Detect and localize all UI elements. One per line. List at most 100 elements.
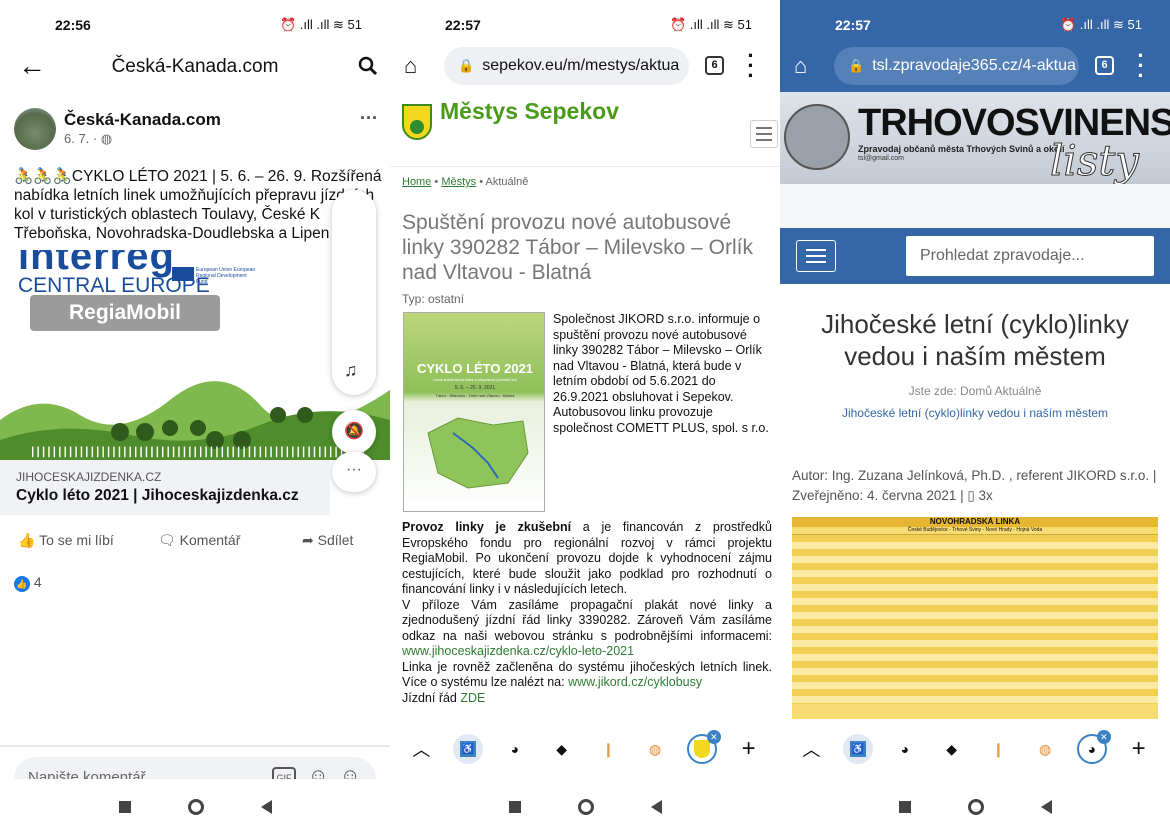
current-tab-icon[interactable]: ◕ ✕ — [1076, 730, 1111, 764]
link-title: Cyklo léto 2021 | Jihoceskajizdenka.cz — [16, 487, 299, 504]
new-tab-icon[interactable]: + — [734, 734, 764, 764]
search-input[interactable]: Prohledat zpravodaje... — [906, 236, 1154, 276]
post-date: 6. 7. · ◍ — [64, 131, 113, 146]
candle-tab-icon[interactable]: ❙ — [983, 734, 1013, 764]
hamburger-menu-icon[interactable] — [750, 120, 778, 148]
masthead-email: tsl@gmail.com — [858, 155, 905, 162]
hamburger-menu-icon[interactable] — [796, 240, 836, 272]
article-intro: Společnost JIKORD s.r.o. informuje o spu… — [553, 312, 769, 435]
breadcrumb-current-link[interactable]: Jihočeské letní (cyklo)linky vedou i naš… — [780, 406, 1170, 420]
crumb-mestys[interactable]: Městys — [441, 176, 476, 188]
home-icon[interactable] — [577, 798, 594, 815]
back-icon[interactable] — [1040, 799, 1052, 814]
home-icon[interactable] — [967, 798, 984, 815]
poster-subtitle: nová autobusová linka s přepravou jízdní… — [433, 377, 517, 382]
home-icon[interactable]: ⌂ — [404, 53, 417, 79]
tab-count-button[interactable]: 6 — [705, 56, 724, 75]
home-icon[interactable]: ⌂ — [794, 53, 807, 79]
site-header: Městys Sepekov — [390, 92, 780, 167]
status-icons: ⏰ .ıll .ıll ≋ 51 — [1060, 17, 1142, 32]
candle-tab-icon[interactable]: ❙ — [593, 734, 623, 764]
globe-tab-icon[interactable]: ◕ — [890, 734, 920, 764]
android-nav-bar — [0, 779, 390, 834]
pin-tab-icon[interactable]: ◆ — [937, 734, 967, 764]
recent-apps-icon[interactable] — [118, 800, 131, 813]
jihoceskajizdenka-link[interactable]: www.jihoceskajizdenka.cz/cyklo-leto-2021 — [402, 644, 634, 658]
body-bold: Provoz linky je zkušební — [402, 520, 572, 534]
post-more-icon[interactable]: ··· — [360, 108, 378, 129]
globe-icon: ◍ — [100, 131, 113, 146]
close-tab-icon[interactable]: ✕ — [1096, 730, 1111, 744]
action-bar: 👍 To se mi líbí 🗨 Komentář ➦ Sdílet — [18, 532, 378, 558]
search-icon[interactable] — [358, 56, 378, 76]
browser-menu-icon[interactable]: · · · — [1136, 45, 1146, 87]
coat-of-arms-icon — [402, 104, 432, 140]
url-bar[interactable]: 🔒 sepekov.eu/m/mestys/aktua — [444, 47, 689, 85]
poster-logos — [408, 499, 542, 509]
share-button[interactable]: ➦ Sdílet — [302, 532, 353, 549]
timetable-link[interactable]: ZDE — [460, 691, 485, 705]
reactions-count[interactable]: 👍 4 — [14, 574, 42, 592]
url-bar[interactable]: 🔒 tsl.zpravodaje365.cz/4-aktua — [834, 47, 1079, 85]
poster-image[interactable]: CYKLO LÉTO 2021 nová autobusová linka s … — [403, 312, 545, 512]
site-nav: Prohledat zpravodaje... — [780, 228, 1170, 284]
music-note-icon[interactable]: ♫ — [344, 360, 358, 381]
chevron-up-icon[interactable]: ︿ — [406, 734, 436, 764]
eu-fund-text: European Union European Regional Develop… — [196, 267, 256, 285]
facebook-screen: 22:56 ⏰ .ıll .ıll ≋ 51 ← Česká-Kanada.co… — [0, 0, 390, 834]
poster-map — [427, 417, 529, 489]
crumb-home[interactable]: Home — [402, 176, 431, 188]
divider — [0, 745, 390, 747]
sepekov-tab-icon[interactable]: ✕ — [686, 730, 721, 764]
back-icon[interactable] — [650, 799, 662, 814]
header-title: Česká-Kanada.com — [111, 56, 279, 77]
pin-tab-icon[interactable]: ◆ — [547, 734, 577, 764]
home-icon[interactable] — [187, 798, 204, 815]
search-tab-icon[interactable]: ◍ — [640, 734, 670, 764]
masthead: TRHOVOSVINENSKÉ Zpravodaj občanů města T… — [780, 92, 1170, 184]
browser-toolbar: ⌂ 🔒 tsl.zpravodaje365.cz/4-aktua 6 · · · — [780, 43, 1170, 89]
close-tab-icon[interactable]: ✕ — [706, 730, 721, 744]
share-arrow-icon: ➦ — [302, 532, 314, 548]
avatar[interactable] — [14, 108, 56, 150]
post-text: 🚴🚴🚴CYKLO LÉTO 2021 | 5. 6. – 26. 9. Rozš… — [14, 168, 382, 242]
accessibility-tab-icon[interactable]: ♿ — [843, 734, 874, 764]
article-title: Jihočeské letní (cyklo)linky vedou i naš… — [821, 309, 1129, 371]
poster-dates: 5. 6. – 26. 9. 2021 — [454, 385, 496, 391]
browser-bottom-bar: ︿ ♿ ◕ ◆ ❙ ◍ ◕ ✕ + — [780, 719, 1170, 779]
tab-count-button[interactable]: 6 — [1095, 56, 1114, 75]
browser-menu-icon[interactable]: · · · — [746, 45, 756, 87]
article-title: Spuštění provozu nové autobusové linky 3… — [402, 211, 753, 284]
timetable-image[interactable]: NOVOHRADSKÁ LINKA České Budějovice - Trh… — [792, 517, 1158, 727]
panel-more-icon[interactable]: ··· — [332, 452, 376, 492]
poster-route: Tábor - Milevsko - Orlík nad Vltavou - B… — [435, 393, 515, 398]
like-button[interactable]: 👍 To se mi líbí — [18, 532, 114, 549]
recent-apps-icon[interactable] — [898, 800, 911, 813]
lock-icon: 🔒 — [848, 58, 865, 73]
globe-tab-icon[interactable]: ◕ — [500, 734, 530, 764]
status-icons: ⏰ .ıll .ıll ≋ 51 — [670, 17, 752, 32]
link-preview[interactable]: JIHOCESKAJIZDENKA.CZ Cyklo léto 2021 | J… — [0, 460, 330, 515]
jikord-link[interactable]: www.jikord.cz/cyklobusy — [568, 675, 702, 689]
timetable-subtitle: České Budějovice - Trhové Sviny - Nové H… — [907, 527, 1043, 533]
accessibility-tab-icon[interactable]: ♿ — [453, 734, 484, 764]
chevron-up-icon[interactable]: ︿ — [796, 734, 826, 764]
crumb-current: Aktuálně — [485, 176, 529, 188]
timetable-title: NOVOHRADSKÁ LINKA — [792, 517, 1158, 527]
browser-bottom-bar: ︿ ♿ ◕ ◆ ❙ ◍ ✕ + — [390, 719, 780, 779]
comment-button[interactable]: 🗨 Komentář — [158, 532, 240, 549]
back-icon[interactable] — [260, 799, 272, 814]
new-tab-icon[interactable]: + — [1124, 734, 1154, 764]
site-title[interactable]: Městys Sepekov — [440, 98, 619, 125]
recent-apps-icon[interactable] — [508, 800, 521, 813]
search-tab-icon[interactable]: ◍ — [1030, 734, 1060, 764]
page-name[interactable]: Česká-Kanada.com — [64, 110, 221, 130]
android-nav-bar — [390, 779, 780, 834]
timetable-rows — [792, 534, 1158, 704]
tsl-screen: 22:57 ⏰ .ıll .ıll ≋ 51 ⌂ 🔒 tsl.zpravodaj… — [780, 0, 1170, 834]
mute-bell-icon[interactable]: 🔕 — [332, 410, 376, 454]
floating-panel: ♫ — [332, 190, 376, 395]
svg-text:┃┃┃┃┃┃┃┃┃┃┃┃┃┃┃┃┃┃┃┃┃┃┃┃┃┃┃┃┃┃: ┃┃┃┃┃┃┃┃┃┃┃┃┃┃┃┃┃┃┃┃┃┃┃┃┃┃┃┃┃┃┃┃┃┃┃┃┃┃┃┃… — [30, 446, 366, 458]
article-type: Typ: ostatní — [402, 292, 465, 306]
link-domain: JIHOCESKAJIZDENKA.CZ — [16, 470, 162, 484]
